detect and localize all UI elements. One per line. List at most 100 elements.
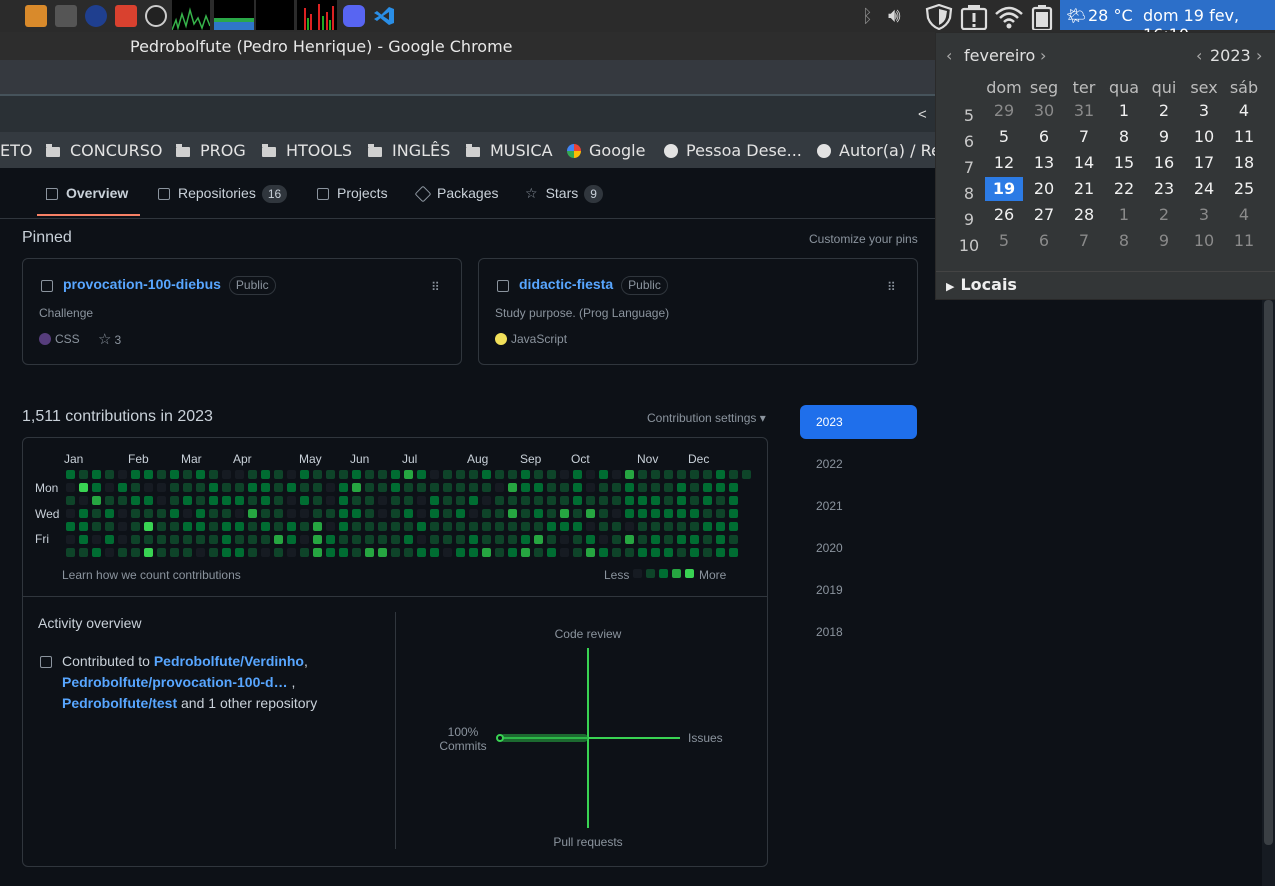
contribution-cell[interactable] [339, 522, 348, 531]
contribution-cell[interactable] [209, 548, 218, 557]
contribution-cell[interactable] [534, 522, 543, 531]
contribution-cell[interactable] [690, 509, 699, 518]
calendar-day[interactable]: 2 [1145, 203, 1183, 227]
contribution-cell[interactable] [716, 535, 725, 544]
contribution-cell[interactable] [508, 535, 517, 544]
contribution-cell[interactable] [430, 522, 439, 531]
calendar-day[interactable]: 7 [1065, 229, 1103, 253]
contribution-cell[interactable] [66, 470, 75, 479]
contribution-cell[interactable] [430, 483, 439, 492]
calendar-day[interactable]: 23 [1145, 177, 1183, 201]
calendar-day[interactable]: 5 [985, 229, 1023, 253]
contribution-cell[interactable] [274, 470, 283, 479]
contribution-cell[interactable] [469, 548, 478, 557]
contribution-cell[interactable] [482, 483, 491, 492]
contribution-cell[interactable] [339, 548, 348, 557]
bookmark-link[interactable]: Google [567, 141, 645, 160]
calendar-day[interactable]: 3 [1185, 99, 1223, 123]
contribution-cell[interactable] [92, 483, 101, 492]
contribution-cell[interactable] [300, 509, 309, 518]
calendar-day[interactable]: 14 [1065, 151, 1103, 175]
video-editor-app-icon[interactable] [55, 5, 77, 27]
contribution-cell[interactable] [521, 496, 530, 505]
contribution-cell[interactable] [469, 522, 478, 531]
contribution-cell[interactable] [209, 509, 218, 518]
contribution-cell[interactable] [300, 496, 309, 505]
contribution-cell[interactable] [274, 522, 283, 531]
calendar-day[interactable]: 29 [985, 99, 1023, 123]
contribution-cell[interactable] [547, 535, 556, 544]
contribution-cell[interactable] [339, 483, 348, 492]
contribution-cell[interactable] [196, 509, 205, 518]
calendar-day[interactable]: 11 [1225, 229, 1263, 253]
contribution-cell[interactable] [378, 483, 387, 492]
contribution-cell[interactable] [404, 548, 413, 557]
contribution-cell[interactable] [612, 483, 621, 492]
drag-handle-icon[interactable] [431, 278, 439, 290]
contribution-cell[interactable] [612, 470, 621, 479]
bookmark-link[interactable]: Autor(a) / Re [817, 141, 935, 160]
contribution-cell[interactable] [365, 535, 374, 544]
locations-expander[interactable]: ▶ Locais [946, 275, 1017, 294]
bookmark-folder[interactable]: PROG [176, 141, 246, 160]
contribution-cell[interactable] [222, 535, 231, 544]
contribution-cell[interactable] [66, 483, 75, 492]
calendar-day[interactable]: 8 [1105, 229, 1143, 253]
contribution-cell[interactable] [573, 496, 582, 505]
year-button-2023[interactable]: 2023 [800, 405, 917, 439]
contribution-cell[interactable] [352, 496, 361, 505]
contribution-cell[interactable] [326, 522, 335, 531]
contribution-cell[interactable] [118, 470, 127, 479]
contribution-cell[interactable] [144, 522, 153, 531]
contribution-cell[interactable] [196, 522, 205, 531]
contribution-cell[interactable] [729, 535, 738, 544]
contribution-cell[interactable] [508, 509, 517, 518]
contribution-cell[interactable] [118, 548, 127, 557]
year-button-2021[interactable]: 2021 [800, 489, 917, 523]
contribution-cell[interactable] [131, 483, 140, 492]
contribution-cell[interactable] [677, 522, 686, 531]
contribution-cell[interactable] [625, 509, 634, 518]
contribution-cell[interactable] [248, 509, 257, 518]
contribution-cell[interactable] [456, 535, 465, 544]
contribution-cell[interactable] [417, 483, 426, 492]
contribution-cell[interactable] [79, 509, 88, 518]
contribution-cell[interactable] [235, 535, 244, 544]
prev-year-icon[interactable]: ‹ [1196, 46, 1202, 65]
contribution-cell[interactable] [313, 470, 322, 479]
contribution-cell[interactable] [222, 470, 231, 479]
contribution-cell[interactable] [547, 470, 556, 479]
contribution-cell[interactable] [118, 483, 127, 492]
contribution-cell[interactable] [170, 535, 179, 544]
contribution-cell[interactable] [716, 548, 725, 557]
contribution-cell[interactable] [170, 522, 179, 531]
contribution-cell[interactable] [235, 470, 244, 479]
contribution-cell[interactable] [612, 509, 621, 518]
contribution-cell[interactable] [261, 535, 270, 544]
calendar-day[interactable]: 13 [1025, 151, 1063, 175]
contribution-cell[interactable] [690, 535, 699, 544]
repo-link[interactable]: Pedrobolfute/Verdinho [154, 653, 304, 669]
bookmark-folder[interactable]: HTOOLS [262, 141, 352, 160]
contribution-cell[interactable] [547, 496, 556, 505]
contribution-cell[interactable] [105, 470, 114, 479]
contribution-cell[interactable] [521, 548, 530, 557]
contribution-cell[interactable] [313, 509, 322, 518]
contribution-cell[interactable] [378, 496, 387, 505]
calendar-day[interactable]: 9 [1145, 125, 1183, 149]
contribution-cell[interactable] [170, 483, 179, 492]
contribution-cell[interactable] [118, 509, 127, 518]
contribution-cell[interactable] [66, 496, 75, 505]
contribution-cell[interactable] [131, 470, 140, 479]
contribution-cell[interactable] [248, 470, 257, 479]
contribution-cell[interactable] [92, 535, 101, 544]
contribution-cell[interactable] [131, 496, 140, 505]
contribution-cell[interactable] [391, 509, 400, 518]
contribution-cell[interactable] [599, 535, 608, 544]
contribution-cell[interactable] [716, 470, 725, 479]
contribution-cell[interactable] [92, 522, 101, 531]
contribution-cell[interactable] [391, 548, 400, 557]
contribution-cell[interactable] [716, 496, 725, 505]
next-month-icon[interactable]: › [1040, 46, 1046, 65]
contribution-cell[interactable] [547, 522, 556, 531]
